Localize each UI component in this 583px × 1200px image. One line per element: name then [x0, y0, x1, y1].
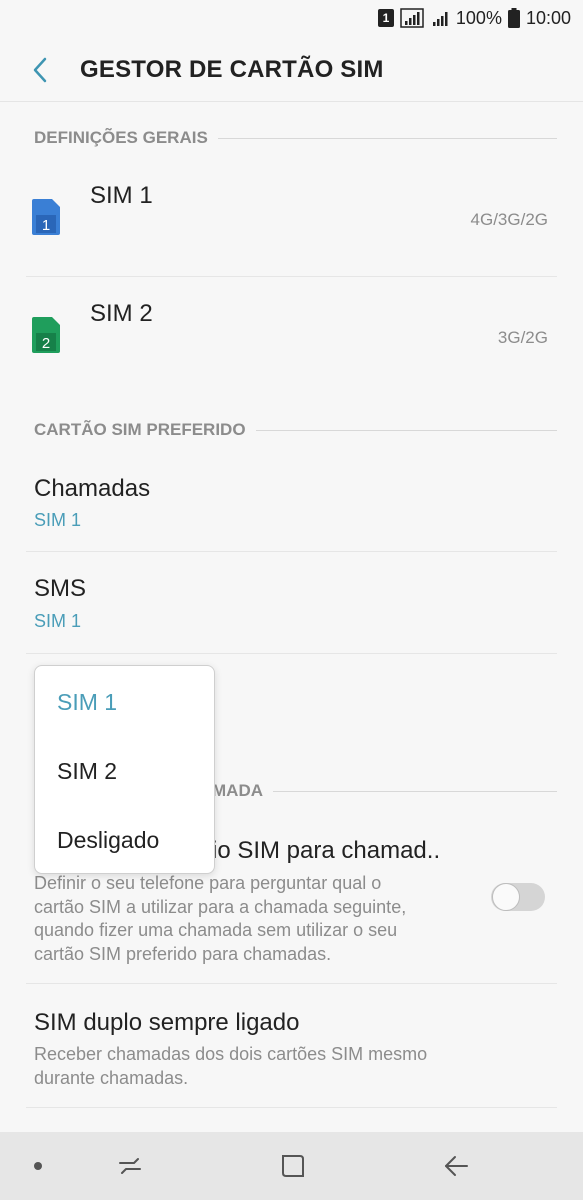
section-calls: MADA — [212, 781, 557, 801]
sms-preference-row[interactable]: SMS SIM 1 — [0, 553, 583, 653]
section-preferred-sim: CARTÃO SIM PREFERIDO — [34, 420, 557, 440]
battery-percent: 100% — [455, 7, 502, 28]
calls-value: SIM 1 — [34, 510, 82, 530]
recent-apps-button[interactable] — [112, 1152, 148, 1180]
dual-sim-description: Receber chamadas dos dois cartões SIM me… — [34, 1044, 428, 1088]
ask-sim-toggle[interactable] — [491, 883, 545, 911]
home-icon — [282, 1155, 304, 1177]
status-bar: 1 100% 10:00 — [0, 0, 583, 36]
sim-card-1-icon: 1 — [32, 199, 60, 235]
section-general-label: DEFINIÇÕES GERAIS — [34, 128, 208, 147]
row-divider — [26, 653, 557, 654]
svg-text:2: 2 — [42, 335, 50, 352]
sim-card-2-icon: 2 — [32, 317, 60, 353]
sim-selection-popup: SIM 1 SIM 2 Desligado — [34, 665, 215, 874]
nav-dot-button[interactable] — [28, 1152, 48, 1180]
calls-title: Chamadas — [34, 475, 151, 502]
sms-title: SMS — [34, 575, 87, 602]
sms-value: SIM 1 — [34, 611, 82, 631]
row-divider — [26, 983, 557, 984]
option-sim-1[interactable]: SIM 1 — [57, 689, 117, 716]
sim-1-row[interactable]: 1 SIM 1 4G/3G/2G — [0, 160, 583, 276]
dual-sim-row[interactable]: SIM duplo sempre ligado Receber chamadas… — [0, 985, 583, 1107]
sim-1-network: 4G/3G/2G — [470, 210, 548, 229]
toggle-knob — [492, 883, 520, 911]
dual-sim-title: SIM duplo sempre ligado — [34, 1009, 300, 1036]
back-nav-button[interactable] — [438, 1152, 474, 1180]
row-divider — [26, 1107, 557, 1108]
chevron-left-icon — [33, 57, 47, 83]
calls-preference-row[interactable]: Chamadas SIM 1 — [0, 455, 583, 551]
clock: 10:00 — [525, 7, 571, 28]
section-general-settings: DEFINIÇÕES GERAIS — [34, 128, 557, 148]
page-title: GESTOR DE CARTÃO SIM — [80, 56, 384, 83]
ask-sim-description: Definir o seu telefone para perguntar qu… — [34, 873, 407, 964]
home-button[interactable] — [275, 1152, 311, 1180]
row-divider — [26, 276, 557, 277]
back-arrow-icon — [445, 1156, 468, 1176]
option-sim-2[interactable]: SIM 2 — [57, 758, 117, 785]
sim-2-network: 3G/2G — [497, 328, 548, 347]
section-divider — [273, 790, 557, 792]
sim-1-name: SIM 1 — [90, 182, 153, 209]
battery-icon — [507, 8, 520, 28]
app-bar: GESTOR DE CARTÃO SIM — [0, 36, 583, 102]
sim-notification-icon: 1 — [377, 9, 394, 27]
signal-sim1-icon — [400, 8, 424, 28]
section-divider — [217, 137, 557, 139]
ask-sim-title: io SIM para chamad.. — [212, 837, 441, 864]
section-divider — [255, 429, 557, 431]
signal-sim2-icon — [432, 12, 448, 26]
back-button[interactable] — [20, 50, 60, 90]
section-preferred-label: CARTÃO SIM PREFERIDO — [34, 420, 246, 439]
navigation-bar — [0, 1132, 583, 1200]
sim-2-name: SIM 2 — [90, 300, 153, 327]
option-off[interactable]: Desligado — [57, 827, 159, 854]
section-calls-label: MADA — [212, 781, 263, 800]
recent-apps-icon — [119, 1158, 141, 1174]
sim-2-row[interactable]: 2 SIM 2 3G/2G — [0, 278, 583, 394]
row-divider — [26, 551, 557, 552]
svg-text:1: 1 — [42, 217, 50, 234]
dot-icon — [34, 1162, 42, 1170]
